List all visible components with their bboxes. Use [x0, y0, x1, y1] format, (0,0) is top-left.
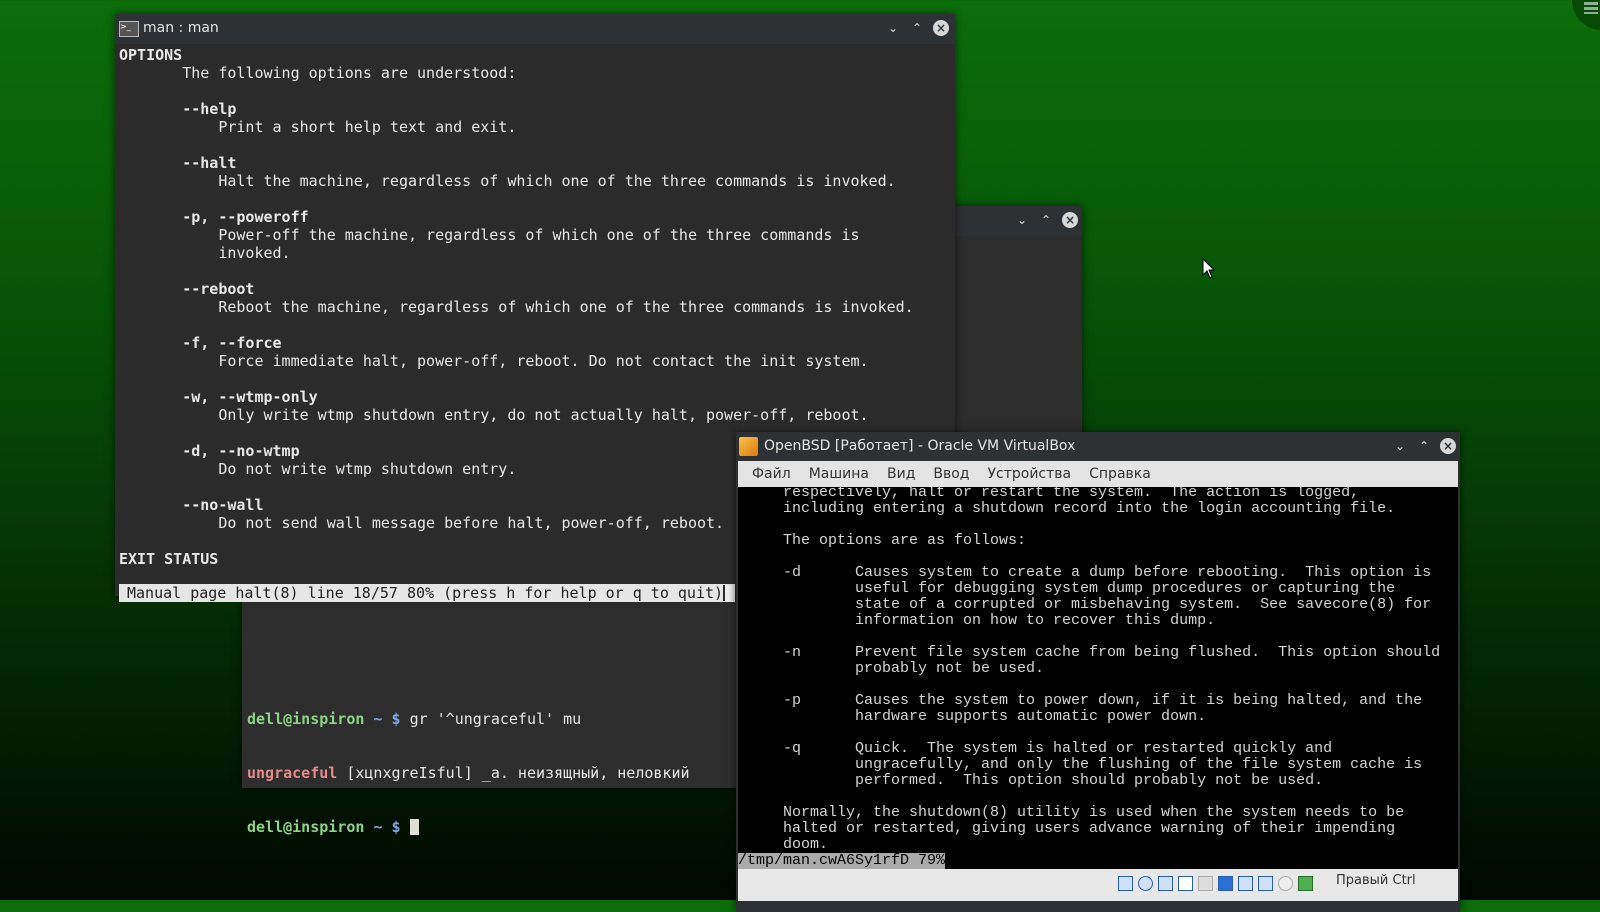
- man-heading-line: -f, --force: [119, 334, 282, 352]
- host-key-label: Правый Ctrl: [1336, 873, 1416, 888]
- hard-disk-icon[interactable]: [1118, 876, 1133, 891]
- mouse-cursor-icon: [1202, 258, 1216, 279]
- man-text-line: Print a short help text and exit.: [119, 118, 517, 136]
- prompt-tail: ~ $: [364, 818, 410, 836]
- man-titlebar[interactable]: >_ man : man ⌄ ⌃ ×: [115, 14, 955, 44]
- pager-status-text: Manual page halt(8) line 18/57 80% (pres…: [127, 584, 724, 602]
- desktop-menu-button[interactable]: [1572, 0, 1600, 30]
- man-heading-line: -w, --wtmp-only: [119, 388, 318, 406]
- man-heading-line: --reboot: [119, 280, 255, 298]
- hamburger-icon: [1584, 2, 1598, 14]
- man-heading-line: OPTIONS: [119, 46, 183, 64]
- vbox-menubar: Файл Машина Вид Ввод Устройства Справка: [738, 461, 1458, 487]
- man-text-line: Only write wtmp shutdown entry, do not a…: [119, 406, 869, 424]
- close-button[interactable]: ×: [1062, 212, 1078, 228]
- virtualbox-window: OpenBSD [Работает] - Oracle VM VirtualBo…: [736, 432, 1460, 912]
- menu-input[interactable]: Ввод: [933, 461, 969, 487]
- prompt-tail: ~ $: [364, 710, 410, 728]
- menu-help[interactable]: Справка: [1089, 461, 1151, 487]
- pager-status-bar: Manual page halt(8) line 18/57 80% (pres…: [119, 584, 736, 602]
- prompt-user: dell@inspiron: [247, 818, 365, 836]
- menu-file[interactable]: Файл: [752, 461, 791, 487]
- maximize-button[interactable]: ⌃: [1038, 212, 1054, 228]
- man-text-line: invoked.: [119, 244, 291, 262]
- optical-drive-icon[interactable]: [1138, 876, 1153, 891]
- cpu-icon[interactable]: [1258, 876, 1273, 891]
- vbox-statusbar: Правый Ctrl: [738, 869, 1458, 901]
- console-line: -p Causes the system to power down, if i…: [783, 692, 1423, 709]
- console-line: respectively, halt or restart the system…: [783, 487, 1360, 501]
- man-text-line: Power-off the machine, regardless of whi…: [119, 226, 860, 244]
- menu-machine[interactable]: Машина: [809, 461, 869, 487]
- man-heading-line: --halt: [119, 154, 237, 172]
- close-button[interactable]: ×: [933, 20, 949, 36]
- man-text-line: [119, 262, 914, 280]
- console-line: information on how to recover this dump.: [783, 612, 1216, 629]
- man-text-line: [119, 82, 914, 100]
- console-line: including entering a shutdown record int…: [783, 500, 1396, 517]
- man-text-line: Halt the machine, regardless of which on…: [119, 172, 896, 190]
- shared-folder-icon[interactable]: [1198, 876, 1213, 891]
- console-line: performed. This option should probably n…: [783, 772, 1324, 789]
- keyboard-capture-icon[interactable]: [1298, 876, 1313, 891]
- man-text-line: [119, 370, 914, 388]
- console-line: state of a corrupted or misbehaving syst…: [783, 596, 1432, 613]
- console-line: The options are as follows:: [783, 532, 1027, 549]
- console-line: hardware supports automatic power down.: [783, 708, 1207, 725]
- usb-icon[interactable]: [1178, 876, 1193, 891]
- console-line: -n Prevent file system cache from being …: [783, 644, 1441, 661]
- result-word: ungraceful: [247, 764, 338, 782]
- close-button[interactable]: ×: [1440, 438, 1456, 454]
- console-line: Normally, the shutdown(8) utility is use…: [783, 804, 1405, 821]
- minimize-button[interactable]: ⌄: [1392, 438, 1408, 454]
- terminal-line: dell@inspiron ~ $ gr '^ungraceful' mu: [247, 710, 690, 728]
- terminal-icon: >_: [119, 21, 139, 37]
- mouse-integration-icon[interactable]: [1278, 876, 1293, 891]
- result-text: [xцnxgreIsful] _a. неизящный, неловкий: [337, 764, 690, 782]
- window-title: man : man: [143, 20, 219, 36]
- virtualbox-logo-icon: [739, 437, 758, 456]
- man-text-line: Force immediate halt, power-off, reboot.…: [119, 352, 869, 370]
- display-icon[interactable]: [1218, 876, 1233, 891]
- man-text-line: The following options are understood:: [119, 64, 517, 82]
- video-capture-icon[interactable]: [1238, 876, 1253, 891]
- prompt-user: dell@inspiron: [247, 710, 365, 728]
- man-heading-line: -p, --poweroff: [119, 208, 309, 226]
- man-text-line: [119, 190, 914, 208]
- vm-console[interactable]: respectively, halt or restart the system…: [738, 487, 1458, 869]
- man-text-line: Reboot the machine, regardless of which …: [119, 298, 914, 316]
- console-line: -q Quick. The system is halted or restar…: [783, 740, 1333, 757]
- terminal-line: dell@inspiron ~ $: [247, 818, 690, 836]
- console-line: useful for debugging system dump procedu…: [783, 580, 1396, 597]
- console-line: halted or restarted, giving users advanc…: [783, 820, 1396, 837]
- minimize-button[interactable]: ⌄: [885, 20, 901, 36]
- man-text-line: [119, 136, 914, 154]
- console-line: doom.: [783, 836, 829, 853]
- command-text: gr '^ungraceful' mu: [409, 710, 582, 728]
- man-heading-line: --help: [119, 100, 237, 118]
- console-line: probably not be used.: [783, 660, 1045, 677]
- text-cursor: [409, 819, 419, 835]
- man-text-line: [119, 316, 914, 334]
- menu-view[interactable]: Вид: [887, 461, 915, 487]
- vbox-titlebar[interactable]: OpenBSD [Работает] - Oracle VM VirtualBo…: [736, 432, 1460, 461]
- pager-status: /tmp/man.cwA6Sy1rfD 79%: [738, 852, 946, 869]
- maximize-button[interactable]: ⌃: [909, 20, 925, 36]
- maximize-button[interactable]: ⌃: [1416, 438, 1432, 454]
- menu-devices[interactable]: Устройства: [988, 461, 1072, 487]
- network-icon[interactable]: [1158, 876, 1173, 891]
- text-cursor: [723, 585, 732, 601]
- minimize-button[interactable]: ⌄: [1014, 212, 1030, 228]
- console-line: -d Causes system to create a dump before…: [783, 564, 1432, 581]
- console-line: ungracefully, and only the flushing of t…: [783, 756, 1423, 773]
- window-title: OpenBSD [Работает] - Oracle VM VirtualBo…: [764, 438, 1076, 454]
- terminal-line: ungraceful [xцnxgreIsful] _a. неизящный,…: [247, 764, 690, 782]
- console-text: respectively, halt or restart the system…: [783, 487, 1440, 853]
